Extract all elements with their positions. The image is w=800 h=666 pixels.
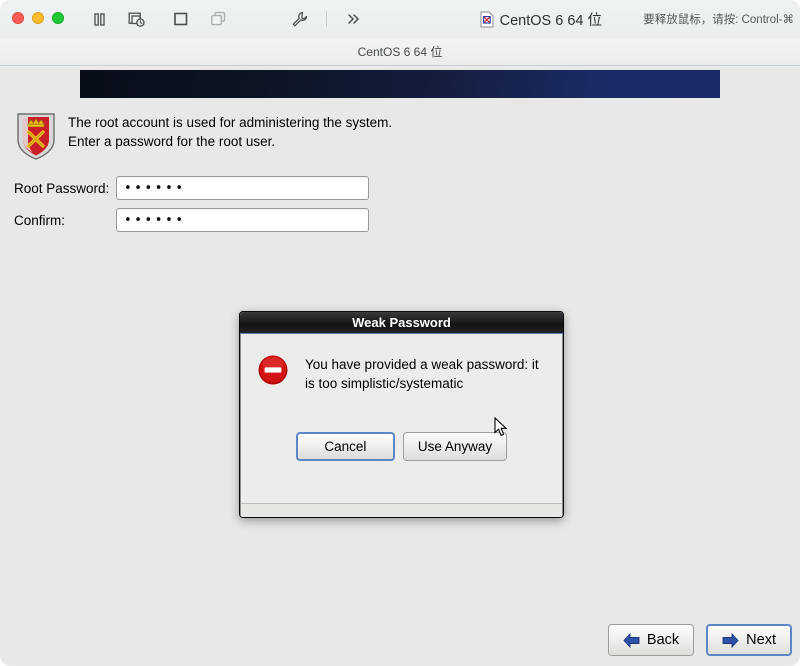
mac-toolbar: CentOS 6 64 位 要释放鼠标，请按: Control-⌘: [0, 0, 800, 38]
vm-title-text: CentOS 6 64 位: [499, 12, 602, 29]
error-stop-icon: [257, 354, 289, 386]
shield-crown-swords-icon: [14, 111, 58, 161]
vmware-fusion-window: CentOS 6 64 位 要释放鼠标，请按: Control-⌘ CentOS…: [0, 0, 800, 666]
dialog-title: Weak Password: [240, 312, 563, 334]
dialog-message-row: You have provided a weak password: it is…: [241, 334, 562, 393]
toolbar-group-left: [88, 0, 148, 38]
dialog-button-row: Cancel Use Anyway: [241, 432, 562, 461]
root-password-info: The root account is used for administeri…: [14, 111, 394, 161]
use-anyway-button[interactable]: Use Anyway: [402, 432, 508, 461]
vm-window-title: CentOS 6 64 位: [0, 38, 800, 66]
maximize-window-button[interactable]: [52, 12, 64, 24]
weak-password-dialog: Weak Password You have provided a weak p…: [239, 311, 564, 518]
arrow-left-icon: [623, 632, 640, 648]
snapshot-icon[interactable]: [126, 8, 148, 30]
root-password-input[interactable]: ••••••: [116, 176, 369, 200]
next-button[interactable]: Next: [706, 624, 792, 656]
confirm-password-label: Confirm:: [14, 212, 66, 228]
root-password-label: Root Password:: [14, 180, 110, 196]
toolbar-group-right: [288, 0, 365, 38]
minimize-window-button[interactable]: [32, 12, 44, 24]
confirm-password-row: Confirm: ••••••: [14, 208, 369, 232]
unity-window-icon[interactable]: [208, 8, 230, 30]
installer-banner: [80, 70, 720, 98]
cancel-button[interactable]: Cancel: [295, 432, 395, 461]
pause-icon[interactable]: [88, 8, 110, 30]
toolbar-separator: [326, 11, 327, 27]
dialog-footer: [241, 503, 562, 517]
confirm-password-input[interactable]: ••••••: [116, 208, 369, 232]
dialog-message: You have provided a weak password: it is…: [305, 357, 539, 391]
window-controls: [12, 12, 64, 24]
single-window-icon[interactable]: [170, 8, 192, 30]
vm-document-icon: [480, 11, 494, 28]
root-password-row: Root Password: ••••••: [14, 176, 369, 200]
back-button[interactable]: Back: [607, 624, 695, 656]
mouse-release-hint: 要释放鼠标，请按: Control-⌘: [643, 14, 794, 26]
installer-nav: Back Next: [607, 624, 792, 656]
dialog-body: You have provided a weak password: it is…: [240, 334, 563, 517]
close-window-button[interactable]: [12, 12, 24, 24]
wrench-icon[interactable]: [288, 8, 310, 30]
centos-installer-canvas: The root account is used for administeri…: [0, 67, 800, 666]
toolbar-group-view: [170, 0, 230, 38]
next-button-label: Next: [746, 632, 776, 648]
chevron-double-right-icon[interactable]: [343, 8, 365, 30]
root-password-instructions: The root account is used for administeri…: [68, 115, 393, 149]
back-button-label: Back: [646, 632, 680, 648]
toolbar-vm-title: CentOS 6 64 位: [480, 0, 602, 38]
arrow-right-icon: [722, 632, 739, 648]
